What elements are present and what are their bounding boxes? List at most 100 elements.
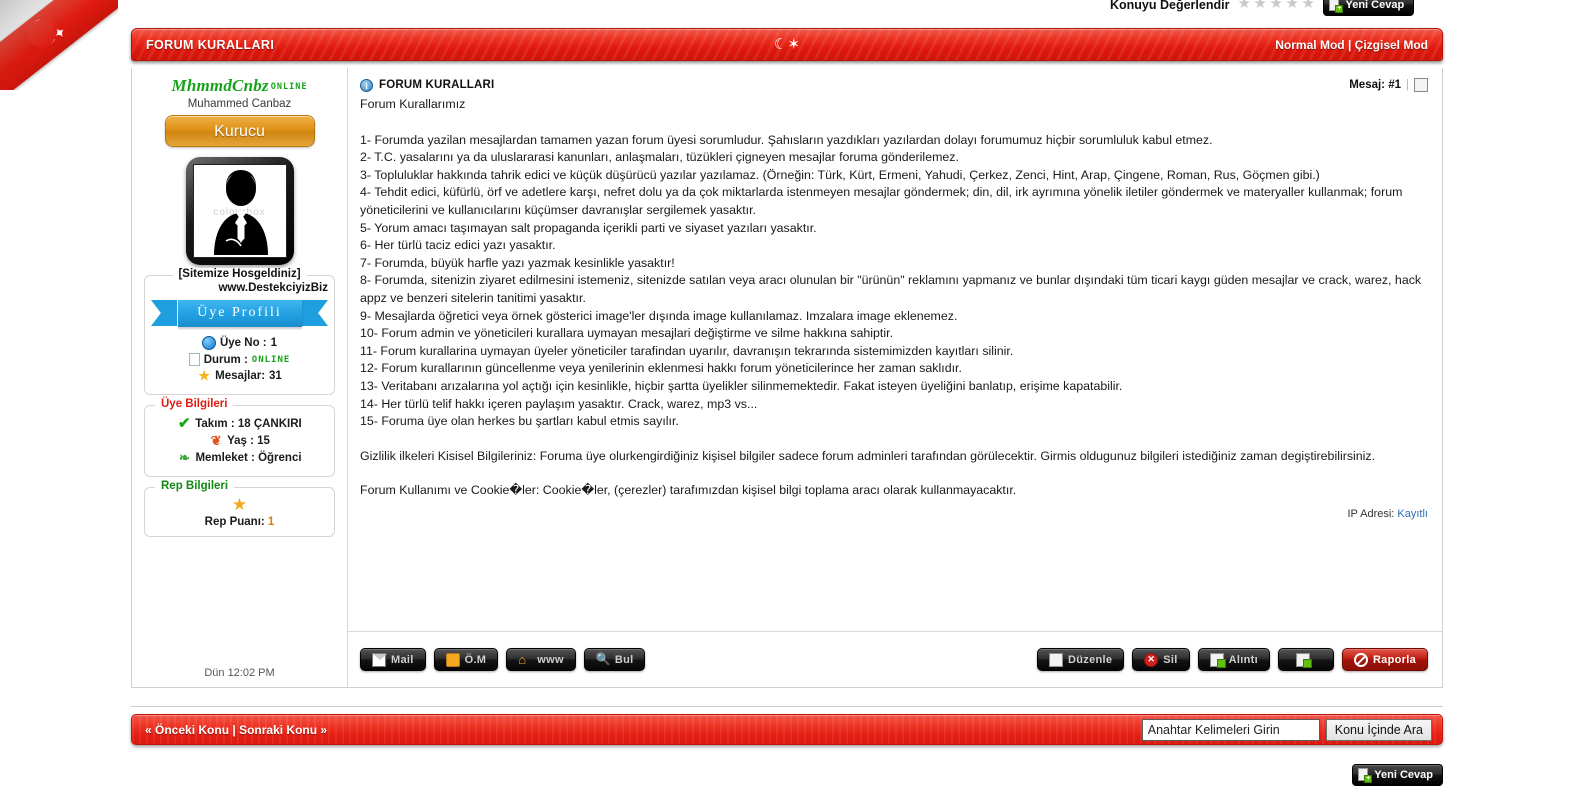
- delete-button[interactable]: ✕ Sil: [1132, 648, 1190, 671]
- home-icon: ⌂: [518, 651, 527, 667]
- avatar[interactable]: colourbox: [185, 157, 294, 265]
- flag-band: [0, 0, 118, 90]
- edit-button[interactable]: Düzenle: [1037, 648, 1125, 671]
- rep-label: Rep Puanı:: [204, 516, 265, 528]
- post-button-bar: Mail Ö.M ⌂ www 🔍 Bul Düzenle ✕ Sil Alınt…: [348, 631, 1442, 687]
- mail-button-label: Mail: [391, 653, 414, 666]
- rule-9: 9- Mesajlarda öğretici veya örnek göster…: [360, 308, 958, 323]
- pm-icon: [445, 652, 460, 667]
- envelope-icon: [372, 652, 387, 667]
- previous-topic-link[interactable]: « Önceki Konu: [145, 723, 229, 737]
- rule-1: 1- Forumda yazilan mesajlardan tamamen y…: [360, 132, 1213, 147]
- crescent-star-icon: ☾✶: [773, 36, 801, 53]
- mode-separator: |: [1347, 37, 1352, 52]
- search-in-topic-button[interactable]: Konu İçinde Ara: [1325, 718, 1432, 741]
- rule-2: 2- T.C. yasalarını ya da uluslararasi ka…: [360, 150, 959, 165]
- next-topic-link[interactable]: Sonraki Konu »: [239, 723, 327, 737]
- quote-icon: [1209, 652, 1226, 668]
- post-time: Dün 12:02 PM: [204, 667, 275, 679]
- footer-divider: [131, 706, 1443, 707]
- rule-13: 13- Veritabanı arızalarına yol açtığı iç…: [360, 378, 1123, 393]
- post-subject: FORUM KURALLARI: [379, 79, 495, 91]
- new-reply-button-top[interactable]: + Yeni Cevap: [1323, 0, 1415, 16]
- report-icon: [1353, 652, 1368, 667]
- rating-star-4[interactable]: ★: [1285, 0, 1299, 12]
- stat-value-messages: 31: [269, 370, 282, 382]
- globe-icon: [201, 336, 216, 350]
- medal-icon: ★: [231, 495, 248, 514]
- thread-frame: FORUM KURALLARI ☾✶ Normal Mod | Çizgisel…: [131, 28, 1443, 740]
- rule-7: 7- Forumda, büyük harfle yazı yazmak kes…: [360, 255, 675, 270]
- rule-10: 10- Forum admin ve yöneticileri kurallar…: [360, 326, 894, 341]
- page-root: ✦ Konuyu Değerlendir ★ ★ ★ ★ ★ + Yeni Ce…: [0, 0, 1589, 799]
- cookie-paragraph: Forum Kullanımı ve Cookie�ler: Cookie�le…: [360, 483, 1017, 498]
- website-button-label: www: [537, 653, 564, 666]
- stat-label-status: Durum :: [203, 353, 248, 366]
- mail-button[interactable]: Mail: [360, 648, 426, 671]
- multiquote-button[interactable]: [1277, 648, 1334, 671]
- report-button[interactable]: Raporla: [1341, 648, 1428, 671]
- view-mode-links: Normal Mod | Çizgisel Mod: [1275, 38, 1428, 52]
- check-icon: ✔: [177, 415, 191, 432]
- star-icon: ★: [198, 368, 210, 383]
- rating-star-2[interactable]: ★: [1253, 0, 1267, 12]
- new-reply-button-bottom[interactable]: + Yeni Cevap: [1352, 764, 1443, 786]
- rule-12: 12- Forum kurallarının güncellenme veya …: [360, 361, 962, 376]
- topic-nav-links: « Önceki Konu | Sonraki Konu »: [145, 723, 327, 737]
- member-profile-ribbon: Üye Profili: [149, 298, 330, 328]
- rep-value: 1: [267, 516, 275, 528]
- new-reply-label-bottom: Yeni Cevap: [1374, 769, 1433, 781]
- quote-button[interactable]: Alıntı: [1197, 648, 1270, 671]
- stat-row-member-no: Üye No : 1: [151, 336, 328, 350]
- member-info-age-text: Yaş : 15: [227, 435, 270, 447]
- user-rank-badge: Kurucu: [164, 115, 315, 147]
- post-content-area: i FORUM KURALLARI Mesaj: #1 | Forum Kura…: [348, 68, 1442, 687]
- welcome-legend: [Sitemize Hosgeldiniz]: [172, 268, 307, 280]
- member-info-fieldset: Üye Bilgileri ✔ Takım : 18 ÇANKIRI ❦ Yaş…: [144, 398, 335, 477]
- linear-mode-link[interactable]: Çizgisel Mod: [1355, 38, 1428, 52]
- website-button[interactable]: ⌂ www: [506, 648, 576, 671]
- magnifier-icon: 🔍: [595, 651, 612, 666]
- member-profile-label: Üye Profili: [177, 299, 302, 327]
- stat-label-member-no: Üye No :: [219, 337, 267, 349]
- rating-star-5[interactable]: ★: [1301, 0, 1315, 12]
- rating-star-1[interactable]: ★: [1237, 0, 1251, 12]
- delete-button-label: Sil: [1163, 653, 1178, 666]
- rule-6: 6- Her türlü taciz edici yazı yasaktır.: [360, 238, 556, 253]
- rating-label: Konuyu Değerlendir: [1110, 0, 1230, 12]
- rule-11: 11- Forum kurallarina uymayan üyeler yön…: [360, 343, 1014, 358]
- rating-star-3[interactable]: ★: [1269, 0, 1283, 12]
- new-reply-label-top: Yeni Cevap: [1345, 0, 1405, 11]
- real-name: Muhammed Canbaz: [187, 98, 292, 110]
- edit-icon: [1049, 652, 1063, 667]
- stat-label-messages: Mesajlar:: [215, 370, 266, 382]
- info-icon: i: [360, 78, 373, 92]
- search-input[interactable]: [1141, 718, 1320, 741]
- ip-value: Kayıtlı: [1397, 507, 1428, 520]
- post-number[interactable]: Mesaj: #1: [1349, 79, 1401, 91]
- post-select-checkbox[interactable]: [1414, 78, 1428, 92]
- new-page-icon: +: [1329, 0, 1344, 13]
- site-url: www.DestekciyizBiz: [218, 282, 328, 294]
- normal-mode-link[interactable]: Normal Mod: [1275, 38, 1344, 52]
- username-link[interactable]: MhmmdCnbz: [172, 76, 269, 96]
- quote-button-label: Alıntı: [1228, 653, 1258, 666]
- post-meta-separator: |: [1406, 79, 1409, 91]
- private-message-button[interactable]: Ö.M: [433, 648, 499, 671]
- member-info-team-text: Takım : 18 ÇANKIRI: [195, 418, 302, 430]
- new-page-icon-bottom: +: [1358, 768, 1373, 783]
- stat-row-status: Durum : ONLINE: [151, 353, 328, 366]
- multiquote-icon: [1296, 652, 1313, 668]
- ip-label: IP Adresi:: [1347, 507, 1395, 520]
- rating-stars[interactable]: ★ ★ ★ ★ ★: [1237, 0, 1315, 12]
- avatar-silhouette-icon: [213, 170, 268, 255]
- find-posts-button[interactable]: 🔍 Bul: [583, 648, 646, 671]
- rating-strip: Konuyu Değerlendir ★ ★ ★ ★ ★ + Yeni Ceva…: [1110, 0, 1455, 16]
- stat-value-status: ONLINE: [251, 354, 291, 365]
- doc-icon: [188, 353, 200, 366]
- post-container: MhmmdCnbz ONLINE Muhammed Canbaz Kurucu c…: [131, 68, 1443, 688]
- privacy-paragraph: Gizlilik ilkeleri Kisisel Bilgileriniz: …: [360, 448, 1376, 463]
- member-info-age: ❦ Yaş : 15: [151, 434, 328, 448]
- ip-address-line: IP Adresi: Kayıtlı: [360, 508, 1428, 520]
- rule-15: 15- Foruma üye olan herkes bu şartları k…: [360, 414, 679, 429]
